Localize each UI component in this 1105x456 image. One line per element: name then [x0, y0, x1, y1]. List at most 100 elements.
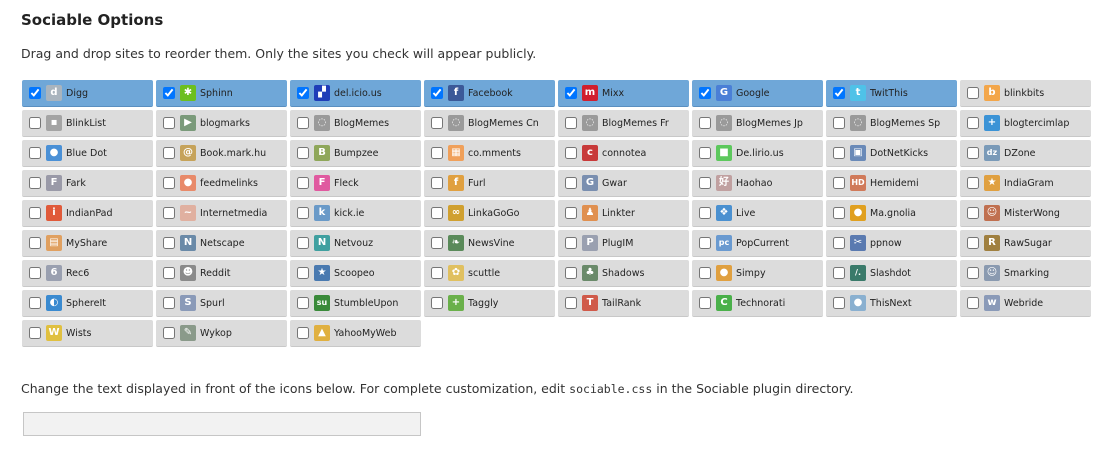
site-checkbox[interactable]	[431, 237, 443, 249]
site-checkbox[interactable]	[699, 297, 711, 309]
site-item[interactable]: G Google	[692, 80, 823, 107]
site-checkbox[interactable]	[833, 87, 845, 99]
site-checkbox[interactable]	[163, 207, 175, 219]
site-item[interactable]: ▪ BlinkList	[22, 110, 153, 137]
site-item[interactable]: ❖ Live	[692, 200, 823, 227]
site-item[interactable]: ▣ DotNetKicks	[826, 140, 957, 167]
site-item[interactable]: ▶ blogmarks	[156, 110, 287, 137]
site-checkbox[interactable]	[565, 87, 577, 99]
site-item[interactable]: 6 Rec6	[22, 260, 153, 287]
site-checkbox[interactable]	[29, 267, 41, 279]
site-item[interactable]: + blogtercimlap	[960, 110, 1091, 137]
site-item[interactable]: ◌ BlogMemes	[290, 110, 421, 137]
site-item[interactable]: pc PopCurrent	[692, 230, 823, 257]
site-item[interactable]: T TailRank	[558, 290, 689, 317]
site-checkbox[interactable]	[29, 207, 41, 219]
site-checkbox[interactable]	[431, 147, 443, 159]
site-item[interactable]: t TwitThis	[826, 80, 957, 107]
site-checkbox[interactable]	[163, 177, 175, 189]
site-item[interactable]: S Spurl	[156, 290, 287, 317]
site-item[interactable]: w Webride	[960, 290, 1091, 317]
site-checkbox[interactable]	[163, 117, 175, 129]
site-item[interactable]: N Netscape	[156, 230, 287, 257]
site-checkbox[interactable]	[297, 147, 309, 159]
site-item[interactable]: ☺ MisterWong	[960, 200, 1091, 227]
site-checkbox[interactable]	[29, 147, 41, 159]
tagline-input[interactable]	[23, 412, 421, 436]
site-checkbox[interactable]	[967, 147, 979, 159]
site-item[interactable]: ● Blue Dot	[22, 140, 153, 167]
site-item[interactable]: ◐ SphereIt	[22, 290, 153, 317]
site-item[interactable]: ✂ ppnow	[826, 230, 957, 257]
site-checkbox[interactable]	[431, 87, 443, 99]
site-checkbox[interactable]	[699, 267, 711, 279]
site-checkbox[interactable]	[833, 297, 845, 309]
site-item[interactable]: ★ Scoopeo	[290, 260, 421, 287]
site-item[interactable]: ✎ Wykop	[156, 320, 287, 347]
site-item[interactable]: R RawSugar	[960, 230, 1091, 257]
site-item[interactable]: ☻ Reddit	[156, 260, 287, 287]
site-checkbox[interactable]	[967, 237, 979, 249]
site-checkbox[interactable]	[699, 147, 711, 159]
site-checkbox[interactable]	[163, 267, 175, 279]
site-checkbox[interactable]	[431, 267, 443, 279]
site-item[interactable]: f Facebook	[424, 80, 555, 107]
site-checkbox[interactable]	[163, 297, 175, 309]
site-checkbox[interactable]	[565, 117, 577, 129]
site-checkbox[interactable]	[833, 207, 845, 219]
site-checkbox[interactable]	[699, 87, 711, 99]
site-item[interactable]: /. Slashdot	[826, 260, 957, 287]
site-checkbox[interactable]	[431, 207, 443, 219]
site-checkbox[interactable]	[699, 237, 711, 249]
site-checkbox[interactable]	[29, 177, 41, 189]
site-item[interactable]: ◌ BlogMemes Cn	[424, 110, 555, 137]
site-checkbox[interactable]	[29, 117, 41, 129]
site-checkbox[interactable]	[297, 327, 309, 339]
site-checkbox[interactable]	[833, 147, 845, 159]
site-checkbox[interactable]	[699, 207, 711, 219]
site-item[interactable]: ~ Internetmedia	[156, 200, 287, 227]
site-item[interactable]: su StumbleUpon	[290, 290, 421, 317]
site-item[interactable]: b blinkbits	[960, 80, 1091, 107]
site-item[interactable]: + Taggly	[424, 290, 555, 317]
site-checkbox[interactable]	[833, 267, 845, 279]
site-checkbox[interactable]	[833, 117, 845, 129]
site-item[interactable]: ▞ del.icio.us	[290, 80, 421, 107]
site-item[interactable]: ☺ Smarking	[960, 260, 1091, 287]
site-checkbox[interactable]	[967, 267, 979, 279]
site-checkbox[interactable]	[967, 177, 979, 189]
site-item[interactable]: ● ThisNext	[826, 290, 957, 317]
site-checkbox[interactable]	[163, 147, 175, 159]
site-checkbox[interactable]	[297, 267, 309, 279]
site-checkbox[interactable]	[163, 87, 175, 99]
site-checkbox[interactable]	[29, 327, 41, 339]
site-checkbox[interactable]	[431, 177, 443, 189]
site-checkbox[interactable]	[431, 117, 443, 129]
site-checkbox[interactable]	[297, 207, 309, 219]
site-item[interactable]: ♟ Linkter	[558, 200, 689, 227]
site-item[interactable]: i IndianPad	[22, 200, 153, 227]
site-item[interactable]: ● Simpy	[692, 260, 823, 287]
site-item[interactable]: ● Ma.gnolia	[826, 200, 957, 227]
site-checkbox[interactable]	[967, 117, 979, 129]
site-item[interactable]: ♣ Shadows	[558, 260, 689, 287]
site-checkbox[interactable]	[163, 237, 175, 249]
site-checkbox[interactable]	[967, 207, 979, 219]
site-checkbox[interactable]	[967, 87, 979, 99]
site-item[interactable]: F Fark	[22, 170, 153, 197]
site-item[interactable]: ● feedmelinks	[156, 170, 287, 197]
site-item[interactable]: dz DZone	[960, 140, 1091, 167]
site-item[interactable]: ✿ scuttle	[424, 260, 555, 287]
site-item[interactable]: P PlugIM	[558, 230, 689, 257]
site-checkbox[interactable]	[29, 87, 41, 99]
site-checkbox[interactable]	[29, 237, 41, 249]
site-checkbox[interactable]	[297, 87, 309, 99]
site-item[interactable]: ◌ BlogMemes Fr	[558, 110, 689, 137]
site-checkbox[interactable]	[297, 237, 309, 249]
site-item[interactable]: C Technorati	[692, 290, 823, 317]
site-item[interactable]: ∞ LinkaGoGo	[424, 200, 555, 227]
site-checkbox[interactable]	[699, 177, 711, 189]
site-checkbox[interactable]	[833, 237, 845, 249]
site-checkbox[interactable]	[699, 117, 711, 129]
site-checkbox[interactable]	[297, 297, 309, 309]
